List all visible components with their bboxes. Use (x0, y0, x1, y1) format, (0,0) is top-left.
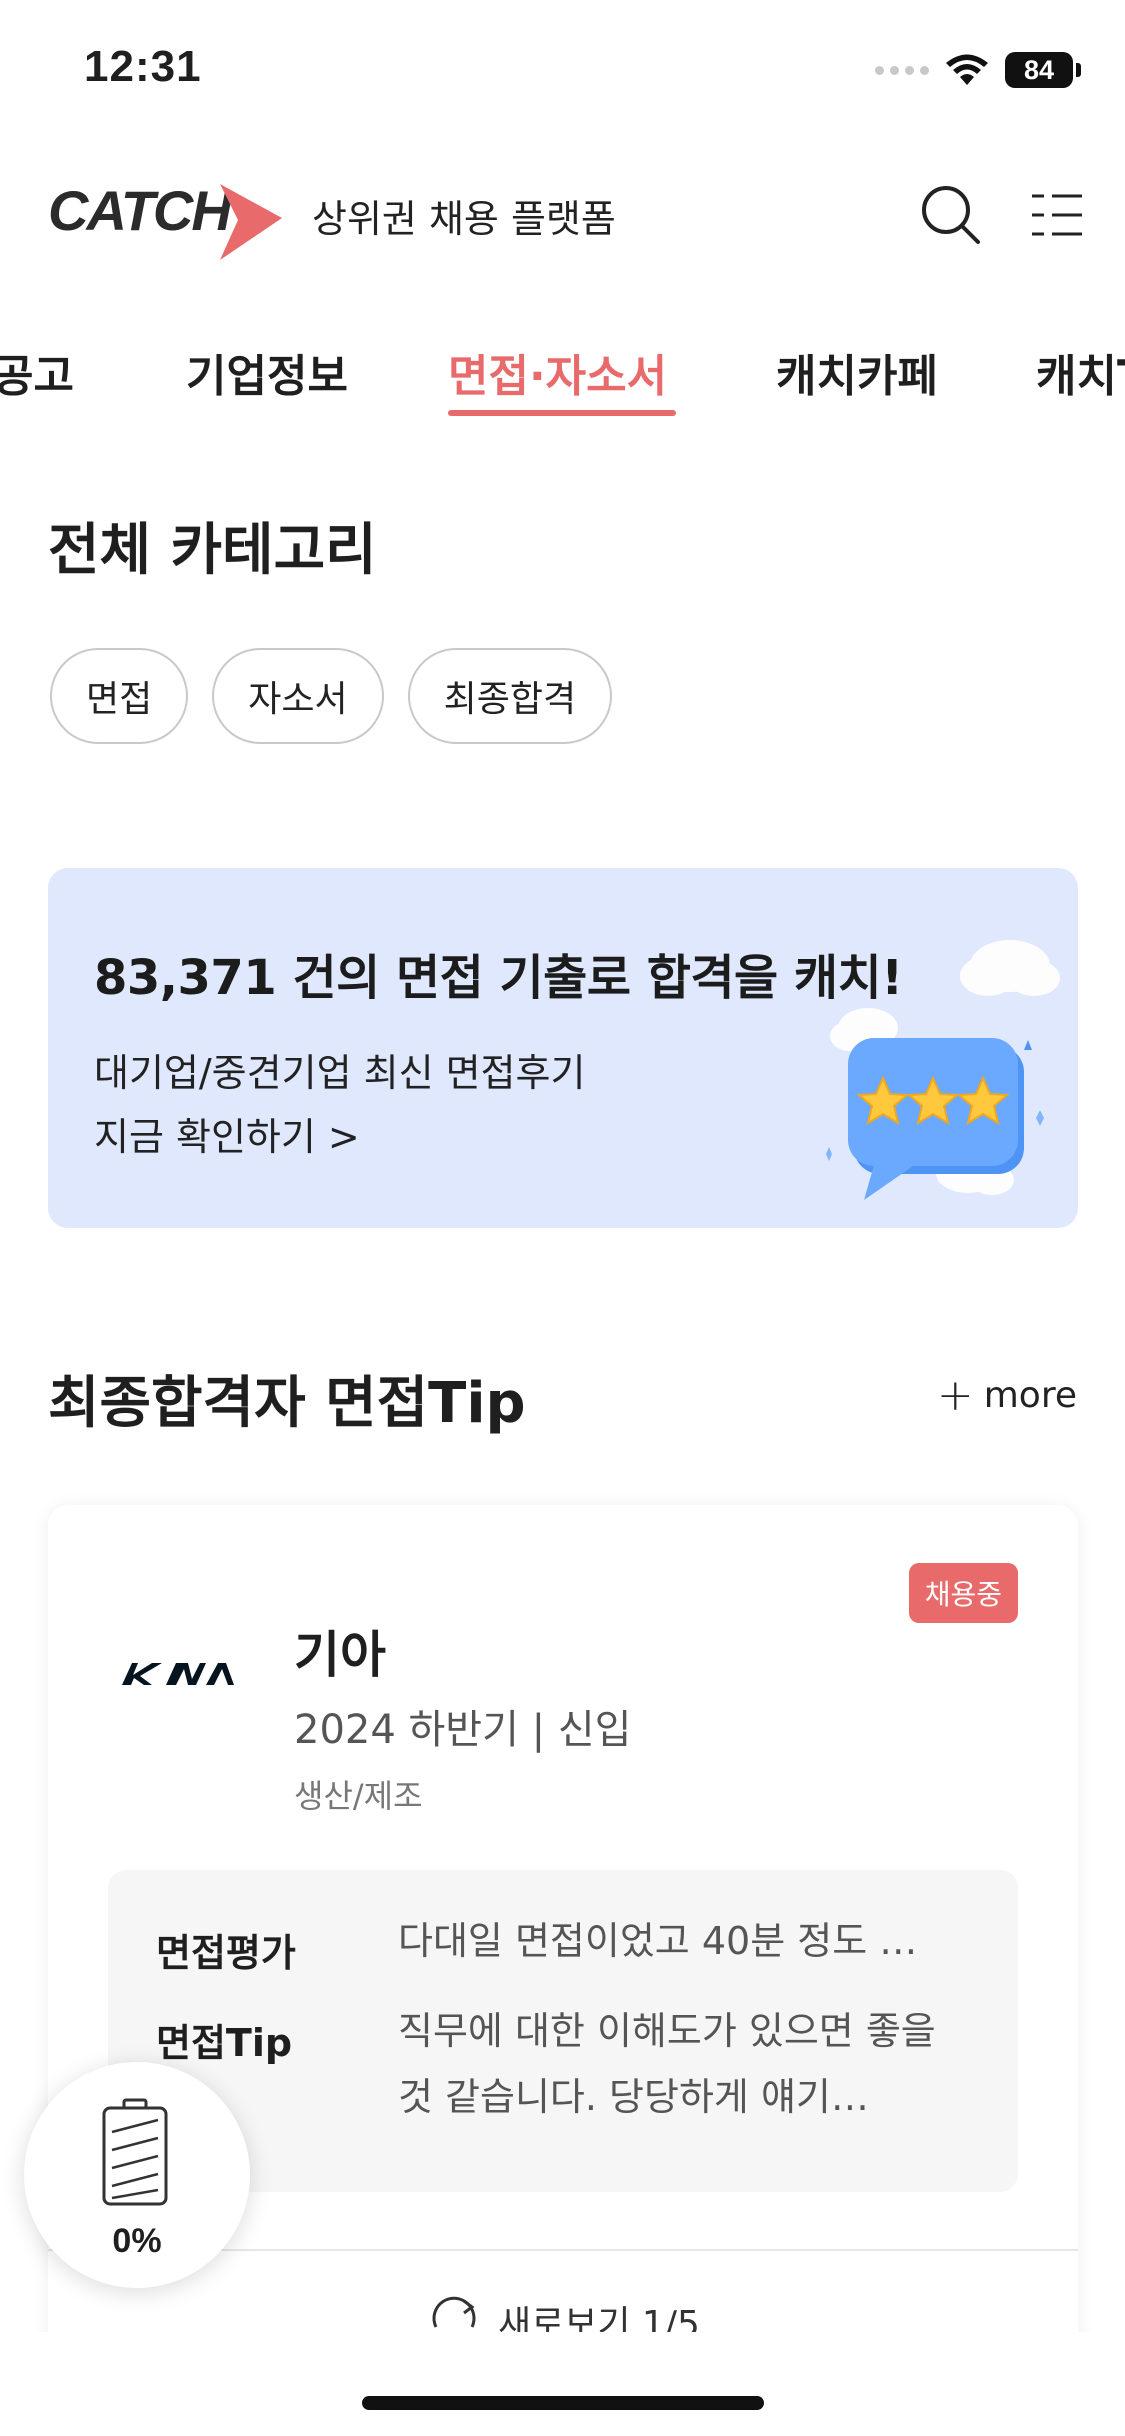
tip-label-tip: 면접Tip (156, 2021, 293, 2065)
category-title: 전체 카테고리 (48, 518, 377, 583)
search-icon[interactable] (918, 182, 984, 248)
chip-resume[interactable]: 자소서 (212, 648, 384, 744)
chip-final-pass[interactable]: 최종합격 (407, 648, 613, 744)
tip-text-tip: 직무에 대한 이해도가 있으면 좋을 것 같습니다. 당당하게 얘기… (398, 2009, 936, 2119)
review-stars-illustration-icon (826, 940, 1060, 1200)
kia-logo (122, 1663, 234, 1685)
status-bar: 12:31 84 (0, 0, 1125, 140)
wifi-icon (946, 54, 988, 85)
status-icons: 84 (875, 48, 1081, 92)
widget-percent: 0% (112, 2222, 162, 2260)
tab-interview-resume[interactable]: 면접·자소서 (448, 340, 667, 404)
more-label: more (983, 1375, 1077, 1416)
catch-logo[interactable]: CATCH (48, 170, 288, 260)
tip-text-evaluation: 다대일 면접이었고 40분 정도 … (398, 1919, 918, 1963)
tip-label-evaluation: 면접평가 (156, 1931, 296, 1975)
active-tab-indicator (448, 410, 676, 416)
banner-subtitle: 대기업/중견기업 최신 면접후기 (94, 1051, 586, 1095)
banner-link[interactable]: 지금 확인하기 > (94, 1106, 360, 1161)
home-indicator[interactable] (362, 2396, 764, 2410)
hiring-period: 2024 하반기 | 신입 (294, 1707, 632, 1753)
tips-title: 최종합격자 면접Tip (48, 1371, 526, 1436)
logo-text: CATCH (48, 179, 233, 242)
header-tagline: 상위권 채용 플랫폼 (312, 197, 616, 241)
bottom-safe-area (0, 2332, 1125, 2436)
company-name: 기아 (294, 1626, 386, 1684)
job-field: 생산/제조 (294, 1777, 423, 1815)
battery-outline-icon (102, 2098, 168, 2206)
cellular-signal-icon (875, 65, 929, 75)
app-header: CATCH 상위권 채용 플랫폼 (0, 160, 1125, 270)
tab-catch-cafe[interactable]: 캐치카페 (776, 340, 938, 404)
plus-icon: + (936, 1370, 974, 1421)
category-chips: 면접 자소서 최종합격 (50, 648, 613, 744)
battery-level: 84 (1005, 52, 1073, 88)
floating-battery-widget[interactable]: 0% (24, 2062, 250, 2288)
status-time: 12:31 (84, 42, 202, 91)
main-tabs: 채용공고 기업정보 면접·자소서 캐치카페 캐치TV (0, 330, 1125, 430)
menu-icon[interactable] (1030, 190, 1084, 240)
more-link[interactable]: + more (937, 1370, 1077, 1421)
hiring-badge: 채용중 (908, 1563, 1018, 1623)
battery-icon: 84 (1005, 52, 1081, 88)
tab-jobs[interactable]: 채용공고 (0, 340, 74, 404)
promo-banner[interactable]: 83,371 건의 면접 기출로 합격을 캐치! 대기업/중견기업 최신 면접후… (48, 868, 1078, 1228)
interview-tip-card[interactable]: 채용중 기아 2024 하반기 | 신입 생산/제조 면접평가 다대일 면접이었… (48, 1505, 1078, 2436)
chip-interview[interactable]: 면접 (50, 648, 189, 744)
tab-company-info[interactable]: 기업정보 (186, 340, 348, 404)
tab-catch-tv[interactable]: 캐치TV (1036, 340, 1125, 404)
